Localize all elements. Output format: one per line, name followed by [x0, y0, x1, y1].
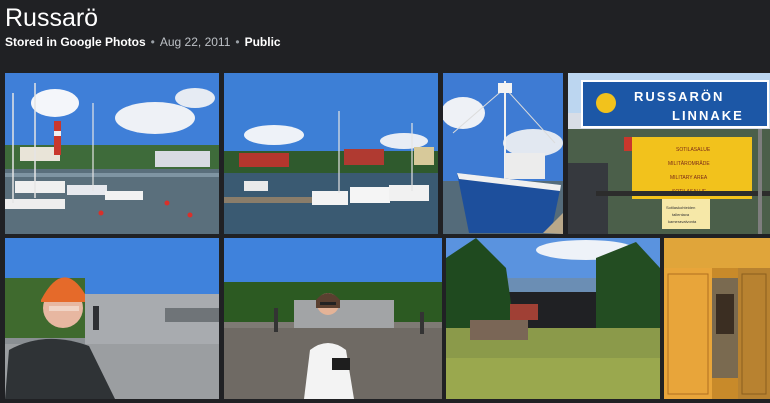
album-header: Russarö Stored in Google Photos • Aug 22, … [5, 0, 765, 50]
sign-line1: RUSSARÖN [634, 89, 724, 104]
photo-man-bunker[interactable] [5, 238, 219, 399]
photo-yellow-doors[interactable] [664, 238, 770, 399]
storage-label: Stored in Google Photos [5, 35, 146, 49]
photo-island-landscape[interactable] [446, 238, 660, 399]
warning-line-2: MILITÄROMRÅDE [668, 160, 710, 167]
photo-woman-fortification[interactable] [224, 238, 442, 399]
album-title: Russarö [5, 4, 99, 32]
photo-fortress-sign[interactable]: RUSSARÖN LINNAKE SOTILASALUE MILITÄROMRÅ… [568, 73, 770, 234]
sign-line2: LINNAKE [672, 108, 744, 123]
photo-harbor[interactable] [5, 73, 219, 234]
album-meta: Stored in Google Photos • Aug 22, 2011 • Pub… [5, 35, 281, 49]
warning-line-3: MILITARY AREA [670, 175, 708, 181]
album-date: Aug 22, 2011 [159, 35, 231, 49]
visibility-label[interactable]: Public [245, 35, 281, 49]
photo-blue-boat[interactable] [443, 73, 563, 234]
camera-text-3: kameravalvonta [668, 219, 697, 224]
photo-marina[interactable] [224, 73, 438, 234]
warning-line-1: SOTILASALUE [676, 147, 711, 153]
camera-text-1: Sotilaskohteiden [666, 205, 695, 210]
camera-text-2: tallentava [672, 212, 690, 217]
